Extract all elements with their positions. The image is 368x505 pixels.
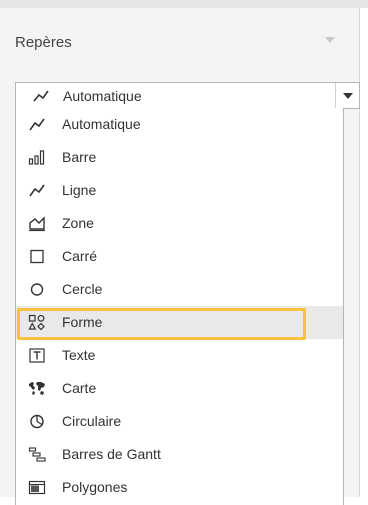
- line-chart-icon: [28, 182, 46, 199]
- menu-item-label: Ligne: [62, 182, 97, 198]
- menu-item-label: Automatique: [62, 116, 141, 132]
- menu-item-polygones[interactable]: Polygones: [16, 471, 343, 504]
- panel-collapse-icon[interactable]: [325, 37, 335, 43]
- menu-item-label: Texte: [62, 347, 96, 363]
- mark-type-dropdown: Automatique Barre Ligne Zone Carré Cercl…: [15, 108, 344, 505]
- menu-item-cercle[interactable]: Cercle: [16, 273, 343, 306]
- square-icon: [28, 248, 46, 265]
- menu-item-forme[interactable]: Forme: [16, 306, 343, 340]
- menu-item-zone[interactable]: Zone: [16, 207, 343, 240]
- marks-panel: Repères Automatique Automatique Barre Li…: [0, 8, 360, 505]
- top-strip: [0, 0, 368, 8]
- menu-item-barres-de-gantt[interactable]: Barres de Gantt: [16, 438, 343, 471]
- menu-item-label: Circulaire: [62, 413, 122, 429]
- menu-item-barre[interactable]: Barre: [16, 141, 343, 174]
- menu-item-automatique[interactable]: Automatique: [16, 108, 343, 141]
- mark-type-select-value: Automatique: [63, 88, 142, 104]
- menu-item-label: Barres de Gantt: [62, 446, 161, 462]
- menu-item-label: Carré: [62, 248, 98, 264]
- menu-item-label: Barre: [62, 149, 97, 165]
- gantt-icon: [28, 446, 46, 463]
- menu-item-label: Polygones: [62, 479, 128, 495]
- menu-item-label: Zone: [62, 215, 94, 231]
- chevron-down-icon[interactable]: [335, 83, 359, 108]
- line-chart-icon: [28, 116, 46, 133]
- shapes-icon: [28, 314, 46, 331]
- map-icon: [28, 380, 46, 397]
- bar-chart-icon: [28, 149, 46, 166]
- line-chart-icon: [33, 89, 49, 103]
- menu-item-carre[interactable]: Carré: [16, 240, 343, 273]
- area-chart-icon: [28, 215, 46, 232]
- menu-item-label: Forme: [62, 314, 103, 330]
- pie-chart-icon: [28, 413, 46, 430]
- menu-item-label: Carte: [62, 380, 97, 396]
- panel-title: Repères: [15, 34, 72, 51]
- text-icon: [28, 347, 46, 364]
- menu-item-label: Cercle: [62, 281, 103, 297]
- circle-icon: [28, 281, 46, 298]
- polygon-icon: [28, 479, 46, 496]
- menu-item-ligne[interactable]: Ligne: [16, 174, 343, 207]
- menu-item-carte[interactable]: Carte: [16, 372, 343, 405]
- mark-type-select[interactable]: Automatique: [15, 82, 360, 109]
- menu-item-texte[interactable]: Texte: [16, 339, 343, 372]
- menu-item-circulaire[interactable]: Circulaire: [16, 405, 343, 438]
